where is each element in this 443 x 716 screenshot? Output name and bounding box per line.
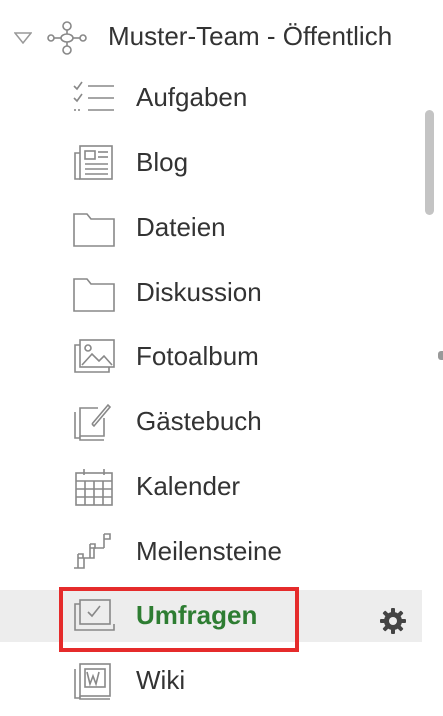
selection-highlight-box xyxy=(59,587,299,652)
wiki-book-icon xyxy=(74,663,111,700)
tree-node-team[interactable]: Muster-Team - Öffentlich xyxy=(0,8,443,60)
photo-album-icon xyxy=(74,339,115,373)
checklist-icon xyxy=(73,81,114,111)
panel-splitter-handle[interactable] xyxy=(438,351,443,360)
nav-item-label: Wiki xyxy=(136,665,186,695)
folder-icon xyxy=(73,278,115,312)
calendar-icon xyxy=(75,469,113,506)
nav-item-aufgaben[interactable]: Aufgaben xyxy=(0,72,422,124)
nav-item-label: Blog xyxy=(136,147,189,177)
nav-item-label: Diskussion xyxy=(136,277,262,307)
nav-item-label: Gästebuch xyxy=(136,406,262,436)
nav-item-label: Dateien xyxy=(136,212,226,242)
nav-item-dateien[interactable]: Dateien xyxy=(0,202,422,254)
team-network-icon xyxy=(47,21,87,55)
nav-item-kalender[interactable]: Kalender xyxy=(0,461,422,513)
nav-item-label: Fotoalbum xyxy=(136,341,259,371)
nav-item-label: Kalender xyxy=(136,471,241,501)
team-label[interactable]: Muster-Team - Öffentlich xyxy=(108,21,392,52)
folder-icon xyxy=(73,213,115,247)
newspaper-icon xyxy=(74,145,113,180)
navigation-tree: Muster-Team - Öffentlich Aufgaben Blog D… xyxy=(0,0,443,716)
milestones-icon xyxy=(74,533,111,569)
nav-item-diskussion[interactable]: Diskussion xyxy=(0,267,422,319)
nav-item-fotoalbum[interactable]: Fotoalbum xyxy=(0,331,422,383)
nav-item-meilensteine[interactable]: Meilensteine xyxy=(0,526,422,578)
guestbook-icon xyxy=(74,403,112,441)
caret-down-icon[interactable] xyxy=(14,32,32,44)
gear-icon[interactable] xyxy=(379,607,407,635)
nav-item-label: Aufgaben xyxy=(136,82,248,112)
scrollbar-thumb[interactable] xyxy=(425,110,434,215)
nav-item-wiki[interactable]: Wiki xyxy=(0,655,422,707)
nav-item-blog[interactable]: Blog xyxy=(0,137,422,189)
nav-item-label: Meilensteine xyxy=(136,536,282,566)
nav-item-gaestebuch[interactable]: Gästebuch xyxy=(0,396,422,448)
